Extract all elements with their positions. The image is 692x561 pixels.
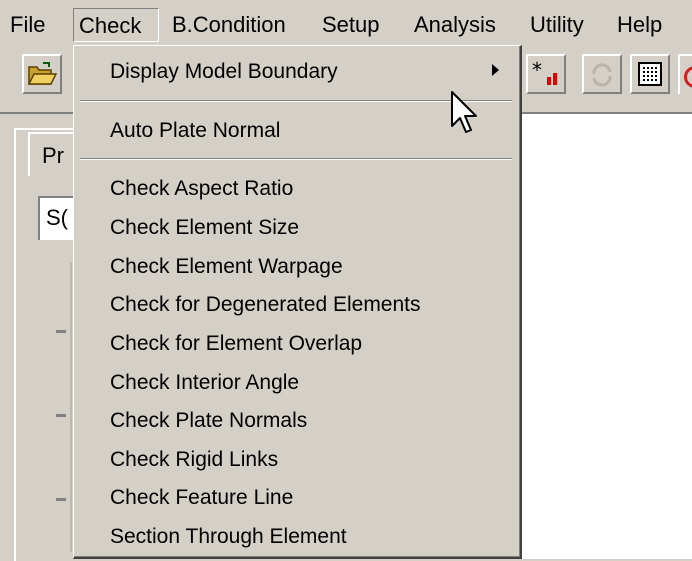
menu-check[interactable]: Check — [73, 8, 159, 42]
menu-item-check-aspect-ratio[interactable]: Check Aspect Ratio — [110, 170, 293, 208]
menu-item-check-element-size[interactable]: Check Element Size — [110, 209, 299, 247]
menu-setup[interactable]: Setup — [322, 10, 380, 40]
panel-tick — [56, 414, 66, 417]
menu-item-section-through-element[interactable]: Section Through Element — [110, 518, 347, 556]
menu-item-check-element-warpage[interactable]: Check Element Warpage — [110, 248, 343, 286]
rotate-icon — [592, 63, 612, 87]
mouse-pointer-icon — [451, 91, 477, 133]
menu-help[interactable]: Help — [617, 10, 662, 40]
menu-analysis[interactable]: Analysis — [414, 10, 496, 40]
menu-b-condition[interactable]: B.Condition — [172, 10, 286, 40]
menu-separator — [80, 158, 512, 160]
menu-item-check-feature-line[interactable]: Check Feature Line — [110, 479, 293, 517]
grid-icon — [638, 62, 662, 86]
menu-utility[interactable]: Utility — [530, 10, 584, 40]
menu-item-check-interior-angle[interactable]: Check Interior Angle — [110, 364, 299, 402]
grid-button[interactable] — [630, 54, 670, 94]
menu-bar: File Check B.Condition Setup Analysis Ut… — [0, 0, 692, 48]
svg-text:*: * — [532, 59, 542, 82]
menu-item-check-element-overlap[interactable]: Check for Element Overlap — [110, 325, 362, 363]
panel-tick — [56, 498, 66, 501]
menu-item-auto-plate-normal[interactable]: Auto Plate Normal — [110, 112, 280, 150]
menu-item-display-model-boundary[interactable]: Display Model Boundary — [110, 53, 338, 91]
menu-file[interactable]: File — [10, 10, 45, 40]
star-chart-icon: * — [532, 59, 557, 85]
toolbar-button-partial[interactable] — [678, 54, 692, 94]
menu-item-check-degenerated-elements[interactable]: Check for Degenerated Elements — [110, 286, 421, 324]
open-folder-button[interactable] — [22, 54, 62, 94]
check-display-button[interactable]: * — [526, 54, 566, 94]
panel-tick — [56, 330, 66, 333]
open-folder-icon — [27, 62, 57, 85]
menu-item-check-rigid-links[interactable]: Check Rigid Links — [110, 441, 278, 479]
menu-item-check-plate-normals[interactable]: Check Plate Normals — [110, 402, 307, 440]
panel-slider-track — [70, 262, 72, 552]
menu-separator — [80, 100, 512, 102]
submenu-arrow-icon — [492, 64, 499, 76]
rotate-button[interactable] — [582, 54, 622, 94]
model-canvas[interactable] — [520, 114, 692, 559]
